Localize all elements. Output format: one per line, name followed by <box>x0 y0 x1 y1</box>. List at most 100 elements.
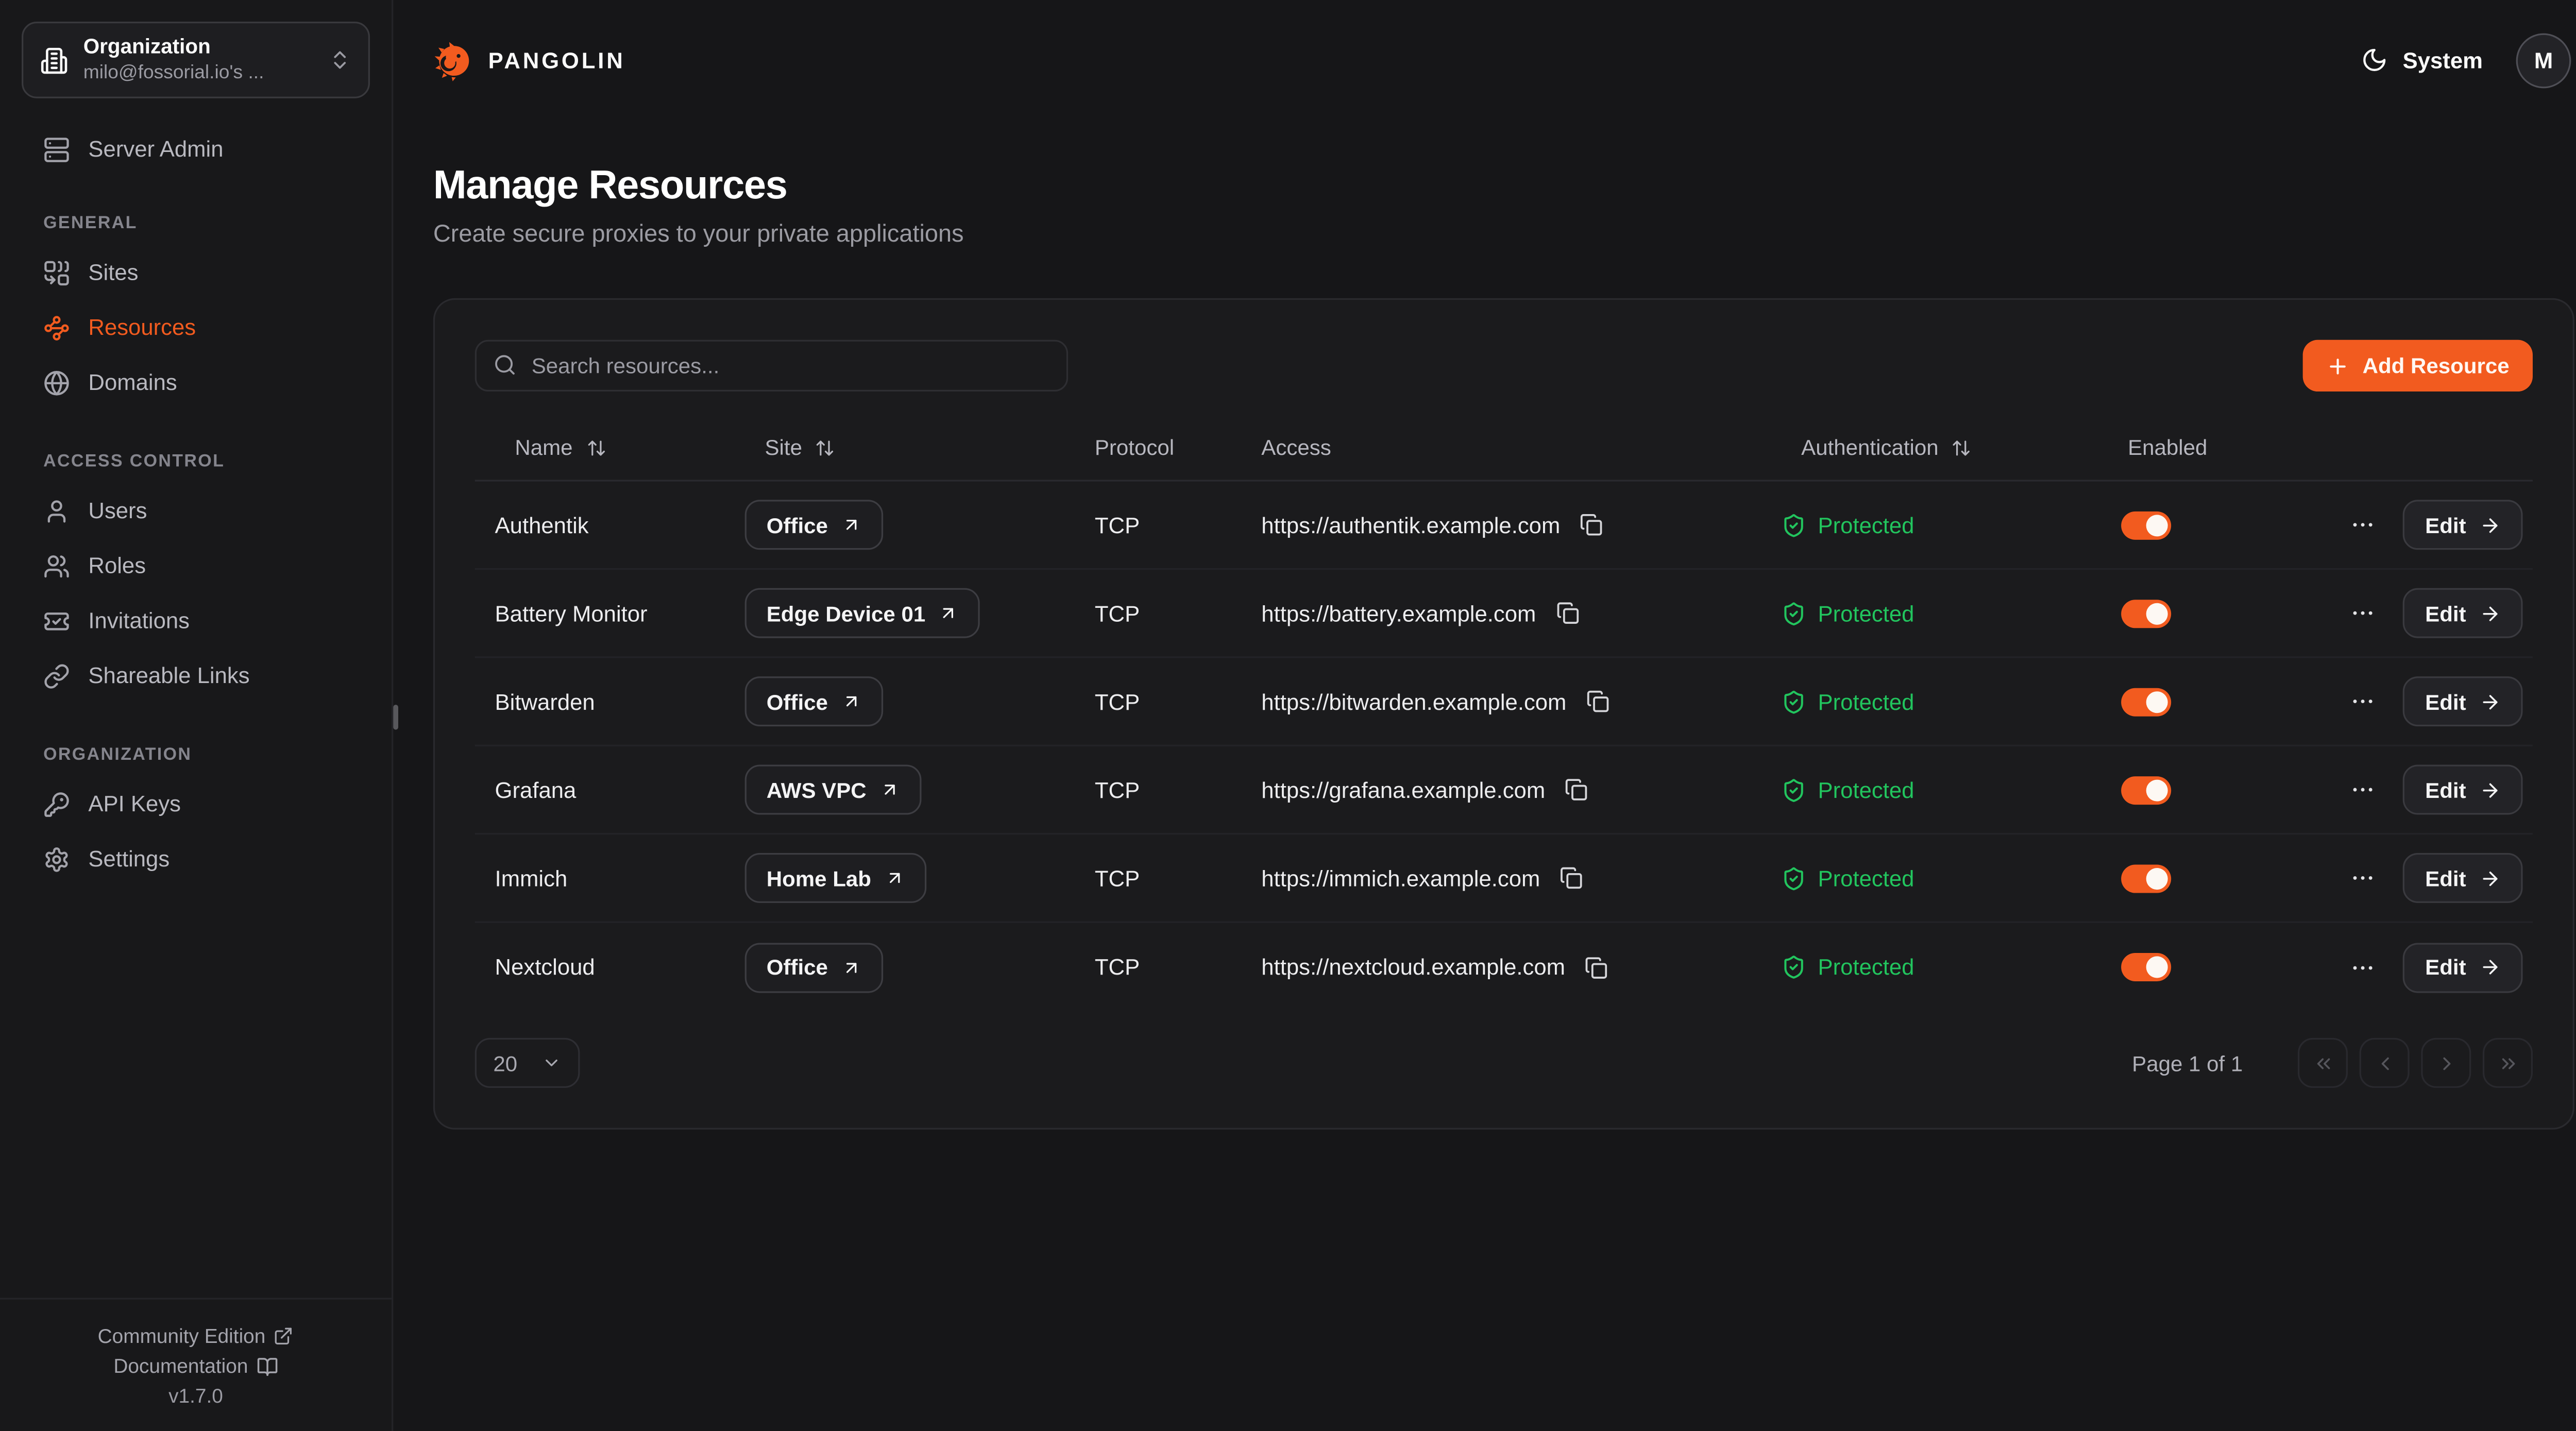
site-name: Home Lab <box>767 865 871 891</box>
community-edition-link[interactable]: Community Edition <box>13 1324 378 1348</box>
sidebar-section-general: GENERAL <box>43 213 348 233</box>
sidebar: Organization milo@fossorial.io's ... Ser… <box>0 0 393 1431</box>
sidebar-item-resources[interactable]: Resources <box>20 300 371 355</box>
sidebar-item-label: Resources <box>88 315 196 340</box>
auth-status: Protected <box>1818 601 1914 626</box>
arrow-up-right-icon <box>841 515 861 535</box>
search-box <box>475 340 1068 391</box>
first-page-button[interactable] <box>2298 1038 2348 1088</box>
edit-button[interactable]: Edit <box>2403 942 2522 992</box>
table-header: Name Site Protocol <box>475 415 2533 481</box>
shield-check-icon <box>1781 601 1806 626</box>
sidebar-item-settings[interactable]: Settings <box>20 831 371 887</box>
column-header-site[interactable]: Site <box>725 435 1075 460</box>
combine-icon <box>43 259 70 286</box>
copy-url-button[interactable] <box>1583 686 1613 716</box>
auth-status: Protected <box>1818 513 1914 538</box>
add-resource-button[interactable]: Add Resource <box>2302 340 2533 391</box>
arrow-right-icon <box>2479 691 2501 712</box>
sidebar-item-users[interactable]: Users <box>20 483 371 538</box>
page-subtitle: Create secure proxies to your private ap… <box>433 222 2571 248</box>
site-link-button[interactable]: Edge Device 01 <box>745 588 980 638</box>
site-link-button[interactable]: Home Lab <box>745 853 926 903</box>
arrow-right-icon <box>2479 956 2501 978</box>
copy-url-button[interactable] <box>1553 598 1583 628</box>
enabled-toggle[interactable] <box>2121 776 2171 804</box>
sidebar-item-shareable-links[interactable]: Shareable Links <box>20 648 371 703</box>
page-info: Page 1 of 1 <box>2132 1050 2243 1076</box>
user-avatar[interactable]: M <box>2516 32 2571 88</box>
enabled-toggle[interactable] <box>2121 864 2171 892</box>
theme-toggle-button[interactable]: System <box>2361 47 2483 74</box>
sidebar-item-domains[interactable]: Domains <box>20 355 371 410</box>
top-bar: PANGOLIN System M <box>393 0 2576 120</box>
page-size-value: 20 <box>493 1050 517 1076</box>
organization-switcher[interactable]: Organization milo@fossorial.io's ... <box>22 22 370 98</box>
next-page-button[interactable] <box>2421 1038 2471 1088</box>
sidebar-item-invitations[interactable]: Invitations <box>20 593 371 648</box>
arrow-up-right-icon <box>885 868 905 888</box>
copy-icon <box>1586 690 1609 713</box>
copy-url-button[interactable] <box>1562 775 1592 805</box>
user-icon <box>43 497 70 524</box>
documentation-link[interactable]: Documentation <box>13 1354 378 1377</box>
resource-url: https://battery.example.com <box>1261 601 1536 626</box>
arrow-right-icon <box>2479 514 2501 536</box>
shield-check-icon <box>1781 955 1806 980</box>
enabled-toggle[interactable] <box>2121 687 2171 716</box>
sidebar-item-label: Server Admin <box>88 137 223 162</box>
sidebar-item-api-keys[interactable]: API Keys <box>20 776 371 831</box>
row-actions-button[interactable] <box>2347 597 2380 630</box>
sort-icon <box>1952 437 1972 457</box>
site-link-button[interactable]: AWS VPC <box>745 764 922 814</box>
row-actions-button[interactable] <box>2347 508 2380 541</box>
row-actions-button[interactable] <box>2347 773 2380 807</box>
ellipsis-icon <box>2350 865 2377 892</box>
sidebar-item-label: Shareable Links <box>88 663 249 688</box>
column-header-authentication[interactable]: Authentication <box>1761 435 2088 460</box>
last-page-button[interactable] <box>2483 1038 2533 1088</box>
row-actions-button[interactable] <box>2347 685 2380 718</box>
sidebar-item-label: Sites <box>88 260 138 285</box>
sidebar-item-sites[interactable]: Sites <box>20 245 371 300</box>
globe-icon <box>43 369 70 396</box>
copy-url-button[interactable] <box>1582 952 1612 982</box>
toolbar: Add Resource <box>475 340 2533 391</box>
arrow-up-right-icon <box>841 957 861 977</box>
sidebar-scrollbar-thumb[interactable] <box>393 705 398 730</box>
row-actions-button[interactable] <box>2347 861 2380 895</box>
copy-icon <box>1580 513 1603 536</box>
book-open-icon <box>257 1355 278 1377</box>
previous-page-button[interactable] <box>2360 1038 2410 1088</box>
column-header-name[interactable]: Name <box>475 435 725 460</box>
site-link-button[interactable]: Office <box>745 500 883 550</box>
edit-button[interactable]: Edit <box>2403 853 2522 903</box>
version-label: v1.7.0 <box>13 1385 378 1408</box>
edit-button[interactable]: Edit <box>2403 588 2522 638</box>
search-input[interactable] <box>475 340 1068 391</box>
organization-value: milo@fossorial.io's ... <box>83 61 313 86</box>
edit-button[interactable]: Edit <box>2403 764 2522 814</box>
site-link-button[interactable]: Office <box>745 676 883 726</box>
edit-button[interactable]: Edit <box>2403 676 2522 726</box>
edit-button[interactable]: Edit <box>2403 500 2522 550</box>
sidebar-item-server-admin[interactable]: Server Admin <box>20 122 371 177</box>
arrow-up-right-icon <box>880 780 900 800</box>
table-row: Grafana AWS VPC TCP https://grafana.exam… <box>475 746 2533 834</box>
sidebar-nav: Server Admin GENERAL Sites Resources Dom <box>0 98 392 1298</box>
shield-check-icon <box>1781 513 1806 538</box>
sidebar-item-roles[interactable]: Roles <box>20 538 371 593</box>
enabled-toggle[interactable] <box>2121 953 2171 981</box>
sidebar-item-label: Settings <box>88 846 170 872</box>
page-size-select[interactable]: 20 <box>475 1038 580 1088</box>
copy-url-button[interactable] <box>1557 863 1587 893</box>
enabled-toggle[interactable] <box>2121 599 2171 627</box>
row-actions-button[interactable] <box>2347 950 2380 984</box>
copy-url-button[interactable] <box>1577 510 1607 540</box>
column-header-enabled: Enabled <box>2088 435 2314 460</box>
resource-name: Authentik <box>475 513 725 538</box>
moon-icon <box>2361 47 2388 74</box>
enabled-toggle[interactable] <box>2121 510 2171 539</box>
site-link-button[interactable]: Office <box>745 942 883 992</box>
ellipsis-icon <box>2350 600 2377 626</box>
